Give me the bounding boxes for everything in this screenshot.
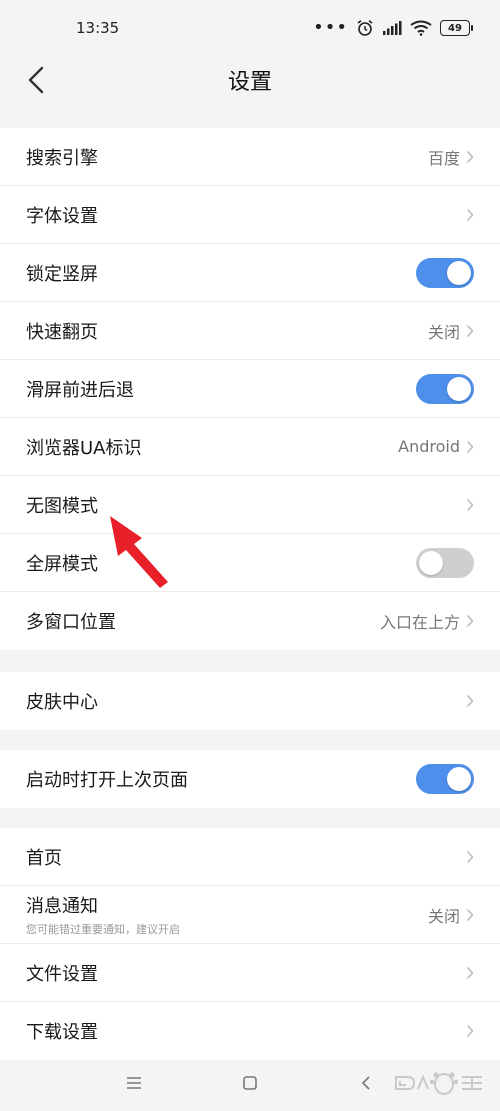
- nav-back-button[interactable]: [348, 1065, 384, 1101]
- setting-row-lock-portrait: 锁定竖屏: [0, 244, 500, 302]
- setting-row-homepage[interactable]: 首页: [0, 828, 500, 886]
- settings-group-misc: 首页 消息通知 您可能错过重要通知，建议开启 关闭 文件设置 下载设置: [0, 828, 500, 1060]
- chevron-right-icon: [466, 150, 474, 164]
- fullscreen-toggle[interactable]: [416, 547, 474, 578]
- nav-home-button[interactable]: [232, 1065, 268, 1101]
- chevron-right-icon: [466, 850, 474, 864]
- chevron-right-icon: [466, 614, 474, 628]
- setting-label: 锁定竖屏: [26, 263, 98, 285]
- chevron-right-icon: [466, 694, 474, 708]
- chevron-right-icon: [466, 440, 474, 454]
- setting-label: 浏览器UA标识: [26, 437, 142, 459]
- setting-row-fast-page[interactable]: 快速翻页 关闭: [0, 302, 500, 360]
- setting-label: 字体设置: [26, 205, 98, 227]
- setting-label: 无图模式: [26, 495, 98, 517]
- lock-portrait-toggle[interactable]: [416, 257, 474, 288]
- settings-group-general: 搜索引擎 百度 字体设置 锁定竖屏 快速翻页 关闭 滑屏前进后退 浏览器UA标识…: [0, 128, 500, 650]
- setting-label: 皮肤中心: [26, 692, 98, 713]
- nav-menu-button[interactable]: [116, 1065, 152, 1101]
- more-dots-icon: •••: [313, 17, 348, 38]
- toggle-knob: [419, 550, 443, 575]
- watermark-logo-icon: [395, 1072, 482, 1095]
- alarm-icon: [357, 20, 373, 36]
- chevron-right-icon: [466, 208, 474, 222]
- setting-value: 入口在上方: [379, 613, 460, 632]
- menu-icon: [127, 1077, 141, 1089]
- setting-value: 百度: [427, 148, 460, 168]
- chevron-right-icon: [466, 908, 474, 922]
- setting-row-no-image-mode[interactable]: 无图模式: [0, 476, 500, 534]
- swipe-navigation-toggle[interactable]: [416, 373, 474, 404]
- setting-label: 下载设置: [26, 1022, 98, 1043]
- header: 设置: [0, 56, 500, 104]
- setting-label: 消息通知: [26, 896, 98, 917]
- restore-last-page-toggle[interactable]: [416, 764, 474, 794]
- status-bar: 13:35 ••• 49: [0, 0, 500, 56]
- setting-row-download-settings[interactable]: 下载设置: [0, 1002, 500, 1060]
- setting-row-fullscreen: 全屏模式: [0, 534, 500, 592]
- status-icons: ••• 49: [313, 17, 473, 38]
- setting-label: 滑屏前进后退: [26, 379, 134, 401]
- setting-sublabel: 您可能错过重要通知，建议开启: [26, 923, 180, 936]
- setting-value: 关闭: [427, 322, 460, 342]
- chevron-right-icon: [466, 498, 474, 512]
- setting-row-file-settings[interactable]: 文件设置: [0, 944, 500, 1002]
- chevron-right-icon: [466, 324, 474, 338]
- setting-row-restore-last-page: 启动时打开上次页面: [0, 750, 500, 808]
- chevron-right-icon: [466, 1024, 474, 1038]
- battery-icon: 49: [440, 20, 473, 36]
- setting-row-swipe-navigation: 滑屏前进后退: [0, 360, 500, 418]
- settings-group-startup: 启动时打开上次页面: [0, 750, 500, 808]
- page-title: 设置: [227, 70, 272, 95]
- setting-row-notifications[interactable]: 消息通知 您可能错过重要通知，建议开启 关闭: [0, 886, 500, 944]
- setting-label: 启动时打开上次页面: [26, 770, 188, 791]
- setting-value: 关闭: [427, 906, 460, 926]
- setting-label: 首页: [26, 847, 62, 869]
- settings-screen: 13:35 ••• 49 设置 搜索引擎 百度 字体设置 锁定竖屏 快速翻页 关…: [0, 0, 500, 1111]
- setting-row-multi-window[interactable]: 多窗口位置 入口在上方: [0, 592, 500, 650]
- chevron-left-icon: [28, 66, 44, 94]
- setting-label: 全屏模式: [26, 553, 98, 575]
- chevron-left-icon: [361, 1076, 370, 1090]
- setting-row-search-engine[interactable]: 搜索引擎 百度: [0, 128, 500, 186]
- annotation-arrow-icon: [110, 516, 168, 588]
- setting-value: Android: [398, 437, 460, 456]
- settings-group-skin: 皮肤中心: [0, 672, 500, 730]
- setting-label: 文件设置: [26, 963, 98, 985]
- status-time: 13:35: [76, 19, 120, 37]
- setting-row-font[interactable]: 字体设置: [0, 186, 500, 244]
- setting-row-skin-center[interactable]: 皮肤中心: [0, 672, 500, 730]
- toggle-knob: [447, 376, 471, 401]
- toggle-knob: [447, 260, 471, 285]
- toggle-knob: [447, 767, 471, 791]
- wifi-icon: [410, 20, 432, 36]
- back-button[interactable]: [18, 62, 54, 98]
- setting-row-user-agent[interactable]: 浏览器UA标识 Android: [0, 418, 500, 476]
- chevron-right-icon: [466, 966, 474, 980]
- setting-label: 多窗口位置: [26, 612, 116, 633]
- signal-icon: [383, 21, 402, 35]
- setting-label: 搜索引擎: [26, 147, 98, 169]
- setting-label: 快速翻页: [26, 321, 98, 343]
- square-icon: [243, 1076, 257, 1090]
